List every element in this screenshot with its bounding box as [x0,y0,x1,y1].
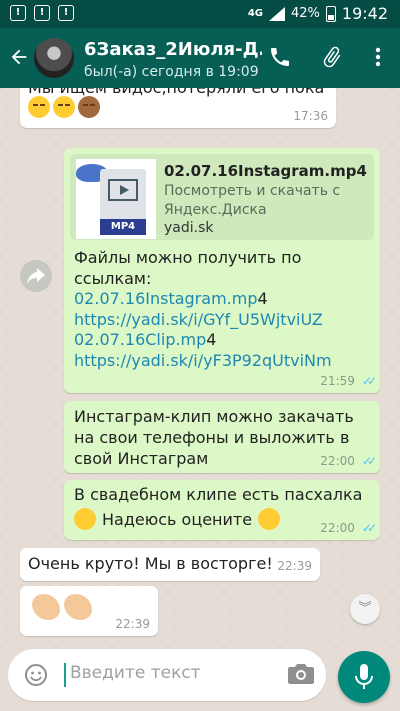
see-no-evil-monkey-emoji [78,96,100,118]
message-text: Файлы можно получить по ссылкам: [74,248,302,288]
file-type-badge: MP4 [100,219,146,235]
message-input-container[interactable]: Введите текст [8,649,326,701]
weary-face-emoji [53,96,75,118]
message-text: Надеюсь оцените [102,509,253,529]
microphone-icon [355,664,373,689]
face-with-tears-of-joy-emoji [258,508,281,530]
face-savoring-food-emoji [74,508,96,530]
message-link[interactable]: https://yadi.sk/i/yF3P92qUtviNm [74,351,332,370]
voice-message-button[interactable] [338,651,390,703]
message-input[interactable]: Введите текст [70,663,201,683]
avatar[interactable] [34,38,74,78]
clock: 19:42 [341,4,388,23]
attach-paperclip-icon[interactable] [320,45,344,69]
incoming-message[interactable]: 22:39 [20,586,158,636]
more-options-icon[interactable] [366,45,390,69]
incoming-message[interactable]: Очень круто! Мы в восторге! 22:39 [20,548,320,581]
message-time: 17:36 [293,109,328,123]
chevron-down-icon: ︾ [358,601,372,616]
link-suffix: 4 [206,330,217,349]
message-link[interactable]: https://yadi.sk/i/GYf_U5WjtviUZ [74,310,323,329]
incoming-message[interactable]: Мы ищем видос,потеряли его пока 17:36 [20,88,336,128]
chat-header: 6Заказ_2Июля-Д… был(-а) сегодня в 19:09 [0,28,400,88]
last-seen-status: был(-а) сегодня в 19:09 [84,64,259,80]
network-indicator: 4G [247,7,263,19]
message-link[interactable]: 02.07.16Clip.mp [74,330,206,349]
outgoing-message[interactable]: В свадебном клипе есть пасхалка Надеюсь … [64,480,380,540]
link-preview-card[interactable]: MP4 02.07.16Instagram.mp4 Посмотреть и с… [70,154,374,240]
link-domain: yadi.sk [164,220,214,236]
clapping-hands-emoji [32,594,60,620]
link-description: Посмотреть и скачать с Яндекс.Диска [164,183,341,218]
battery-icon [325,5,336,22]
message-link[interactable]: 02.07.16Instagram.mp [74,289,257,308]
phone-icon[interactable] [268,45,292,69]
status-bar: ! ! ! 4G 42% 19:42 [0,0,400,28]
message-time: 22:00 [320,454,355,468]
forward-button[interactable] [20,260,52,292]
message-time: 22:00 [320,521,355,535]
link-title: 02.07.16Instagram.mp4 [164,162,367,180]
video-file-icon [100,169,146,221]
file-thumbnail: MP4 [76,159,156,239]
chat-title[interactable]: 6Заказ_2Июля-Д… [84,39,262,60]
weary-face-emoji [28,96,50,118]
text-cursor [64,663,66,687]
message-text: Очень круто! Мы в восторге! [28,554,273,573]
notification-icon: ! [34,5,50,21]
read-receipt-icon: ✓✓ [361,521,377,535]
message-time: 22:39 [277,559,312,573]
battery-percent: 42% [290,6,320,21]
message-time: 21:59 [320,374,355,388]
outgoing-message[interactable]: MP4 02.07.16Instagram.mp4 Посмотреть и с… [64,148,380,393]
read-receipt-icon: ✓✓ [361,374,377,388]
message-time: 22:39 [115,617,150,631]
forward-arrow-icon [27,268,45,284]
message-text: В свадебном клипе есть пасхалка [74,485,363,504]
scroll-to-bottom-button[interactable]: ︾ [350,594,380,624]
camera-icon[interactable] [288,663,314,685]
outgoing-message[interactable]: Инстаграм-клип можно закачать на свои те… [64,401,380,473]
clapping-hands-emoji [64,594,92,620]
back-arrow-icon[interactable] [8,46,30,68]
link-suffix: 4 [257,289,268,308]
read-receipt-icon: ✓✓ [361,454,377,468]
compose-bar: Введите текст [0,643,400,711]
signal-icon [268,6,285,21]
emoji-icon[interactable] [24,663,48,687]
notification-icon: ! [10,5,26,21]
notification-icon: ! [58,5,74,21]
message-list[interactable]: Мы ищем видос,потеряли его пока 17:36 MP… [0,88,400,643]
